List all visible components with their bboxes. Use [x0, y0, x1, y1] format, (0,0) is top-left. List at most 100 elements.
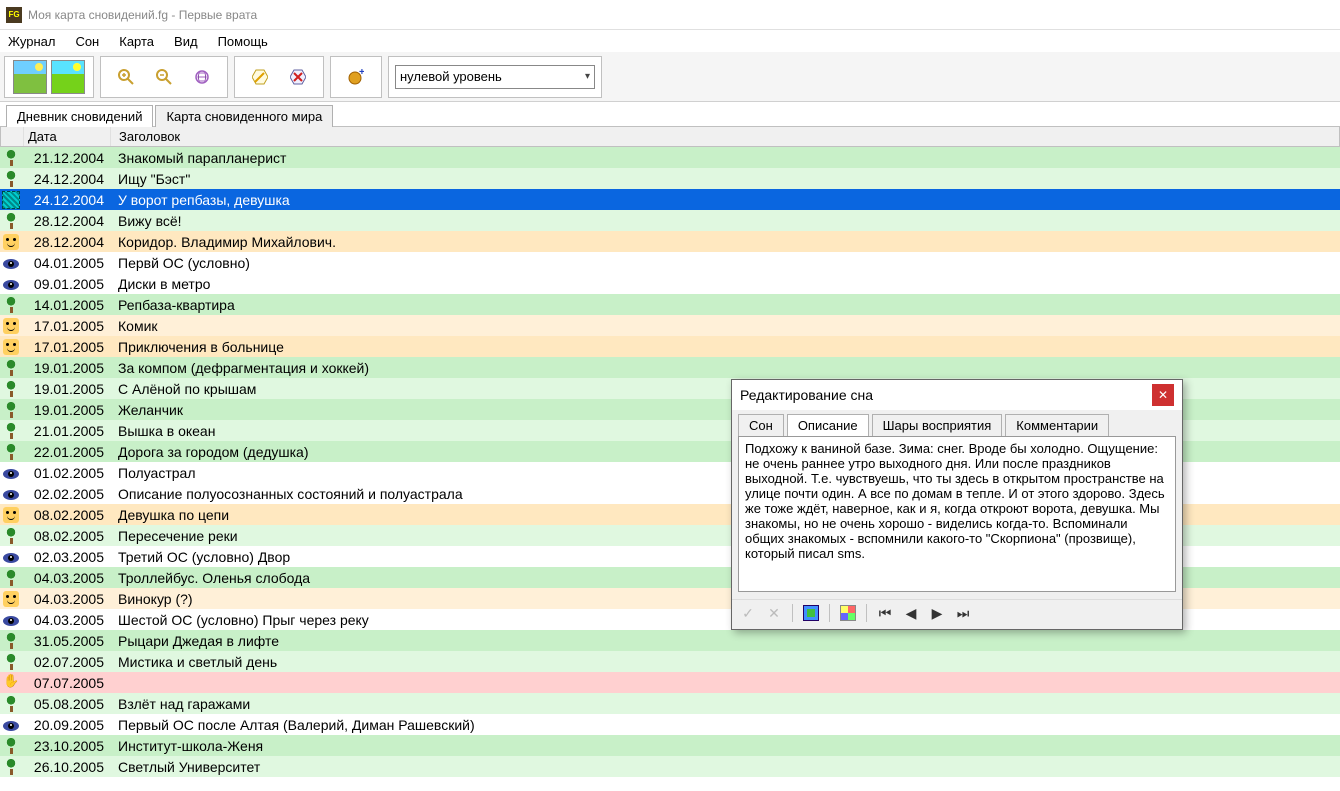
table-row[interactable]: 04.01.2005Первй ОС (условно): [0, 252, 1340, 273]
row-icon: [0, 630, 22, 651]
row-date: 08.02.2005: [22, 507, 110, 523]
row-date: 23.10.2005: [22, 738, 110, 754]
level-select[interactable]: нулевой уровень: [395, 65, 595, 89]
dialog-titlebar[interactable]: Редактирование сна ✕: [732, 380, 1182, 410]
row-icon: [0, 189, 22, 210]
table-row[interactable]: 23.10.2005Институт-школа-Женя: [0, 735, 1340, 756]
delete-cell-button[interactable]: [281, 60, 315, 94]
tree-icon: [3, 528, 19, 544]
row-icon: [0, 252, 22, 273]
face-icon: [3, 591, 19, 607]
face-icon: [3, 234, 19, 250]
titlebar: FG Моя карта сновидений.fg - Первые врат…: [0, 0, 1340, 30]
header-date[interactable]: Дата: [23, 127, 111, 146]
app-icon: FG: [6, 7, 22, 23]
row-title: Светлый Университет: [110, 759, 1340, 775]
menu-view[interactable]: Вид: [170, 32, 202, 51]
tree-icon: [3, 423, 19, 439]
dialog-confirm-button[interactable]: ✓: [738, 603, 758, 623]
dialog-tabs: Сон Описание Шары восприятия Комментарии: [732, 410, 1182, 436]
eye-icon: [3, 469, 19, 479]
zoom-out-button[interactable]: [147, 60, 181, 94]
tab-diary[interactable]: Дневник сновидений: [6, 105, 153, 127]
row-date: 09.01.2005: [22, 276, 110, 292]
dialog-next-button[interactable]: ▶: [927, 603, 947, 623]
row-icon: [0, 735, 22, 756]
table-row[interactable]: 28.12.2004Вижу всё!: [0, 210, 1340, 231]
row-date: 02.02.2005: [22, 486, 110, 502]
row-icon: [0, 315, 22, 336]
row-date: 14.01.2005: [22, 297, 110, 313]
face-icon: [3, 507, 19, 523]
tab-map[interactable]: Карта сновиденного мира: [155, 105, 333, 127]
toolbar-scene-day-button[interactable]: [13, 60, 47, 94]
header-title[interactable]: Заголовок: [111, 127, 1339, 146]
row-icon: [0, 756, 22, 777]
row-date: 24.12.2004: [22, 192, 110, 208]
table-row[interactable]: 07.07.2005: [0, 672, 1340, 693]
dialog-tab-dream[interactable]: Сон: [738, 414, 784, 436]
table-row[interactable]: 26.10.2005Светлый Университет: [0, 756, 1340, 777]
row-icon: [0, 462, 22, 483]
table-row[interactable]: 31.05.2005Рыцари Джедая в лифте: [0, 630, 1340, 651]
table-row[interactable]: 28.12.2004Коридор. Владимир Михайлович.: [0, 231, 1340, 252]
row-icon: [0, 294, 22, 315]
table-row[interactable]: 24.12.2004Ищу "Бэст": [0, 168, 1340, 189]
table-row[interactable]: 05.08.2005Взлёт над гаражами: [0, 693, 1340, 714]
row-icon: [0, 651, 22, 672]
table-row[interactable]: 09.01.2005Диски в метро: [0, 273, 1340, 294]
row-date: 07.07.2005: [22, 675, 110, 691]
table-row[interactable]: 17.01.2005Комик: [0, 315, 1340, 336]
row-icon: [0, 210, 22, 231]
tree-icon: [3, 360, 19, 376]
menu-help[interactable]: Помощь: [214, 32, 272, 51]
row-date: 31.05.2005: [22, 633, 110, 649]
row-icon: [0, 273, 22, 294]
menu-map[interactable]: Карта: [115, 32, 158, 51]
menu-dream[interactable]: Сон: [71, 32, 103, 51]
table-row[interactable]: 02.07.2005Мистика и светлый день: [0, 651, 1340, 672]
row-icon: [0, 483, 22, 504]
row-date: 17.01.2005: [22, 318, 110, 334]
dialog-tab-comments[interactable]: Комментарии: [1005, 414, 1109, 436]
dialog-tab-spheres[interactable]: Шары восприятия: [872, 414, 1003, 436]
toolbar-scene-alt-button[interactable]: [51, 60, 85, 94]
row-date: 28.12.2004: [22, 234, 110, 250]
tree-icon: [3, 738, 19, 754]
header-icon-col[interactable]: [1, 127, 23, 146]
edit-cell-button[interactable]: [243, 60, 277, 94]
tree-icon: [3, 150, 19, 166]
table-row[interactable]: 24.12.2004У ворот репбазы, девушка: [0, 189, 1340, 210]
zoom-in-button[interactable]: [109, 60, 143, 94]
dialog-description-textarea[interactable]: [738, 436, 1176, 592]
hex-grid-button[interactable]: [185, 60, 219, 94]
eye-icon: [3, 616, 19, 626]
table-row[interactable]: 21.12.2004Знакомый парапланерист: [0, 147, 1340, 168]
dialog-cancel-button[interactable]: ✕: [764, 603, 784, 623]
eye-icon: [3, 553, 19, 563]
add-globe-button[interactable]: +: [339, 60, 373, 94]
row-date: 21.12.2004: [22, 150, 110, 166]
table-row[interactable]: 14.01.2005Репбаза-квартира: [0, 294, 1340, 315]
menu-journal[interactable]: Журнал: [4, 32, 59, 51]
dialog-close-button[interactable]: ✕: [1152, 384, 1174, 406]
row-date: 08.02.2005: [22, 528, 110, 544]
row-icon: [0, 504, 22, 525]
dialog-prev-button[interactable]: ◀: [901, 603, 921, 623]
dialog-title-text: Редактирование сна: [740, 387, 873, 403]
table-row[interactable]: 17.01.2005Приключения в больнице: [0, 336, 1340, 357]
dialog-grid-button[interactable]: [838, 603, 858, 623]
table-row[interactable]: 20.09.2005Первый ОС после Алтая (Валерий…: [0, 714, 1340, 735]
row-icon: [0, 546, 22, 567]
row-date: 05.08.2005: [22, 696, 110, 712]
tree-icon: [3, 381, 19, 397]
row-date: 22.01.2005: [22, 444, 110, 460]
dialog-tab-description[interactable]: Описание: [787, 414, 869, 436]
table-row[interactable]: 19.01.2005За компом (дефрагментация и хо…: [0, 357, 1340, 378]
dialog-map-button[interactable]: [801, 603, 821, 623]
tree-icon: [3, 759, 19, 775]
dialog-last-button[interactable]: ⏭: [953, 603, 973, 623]
row-icon: [0, 693, 22, 714]
dialog-first-button[interactable]: ⏮: [875, 603, 895, 623]
row-title: Коридор. Владимир Михайлович.: [110, 234, 1340, 250]
